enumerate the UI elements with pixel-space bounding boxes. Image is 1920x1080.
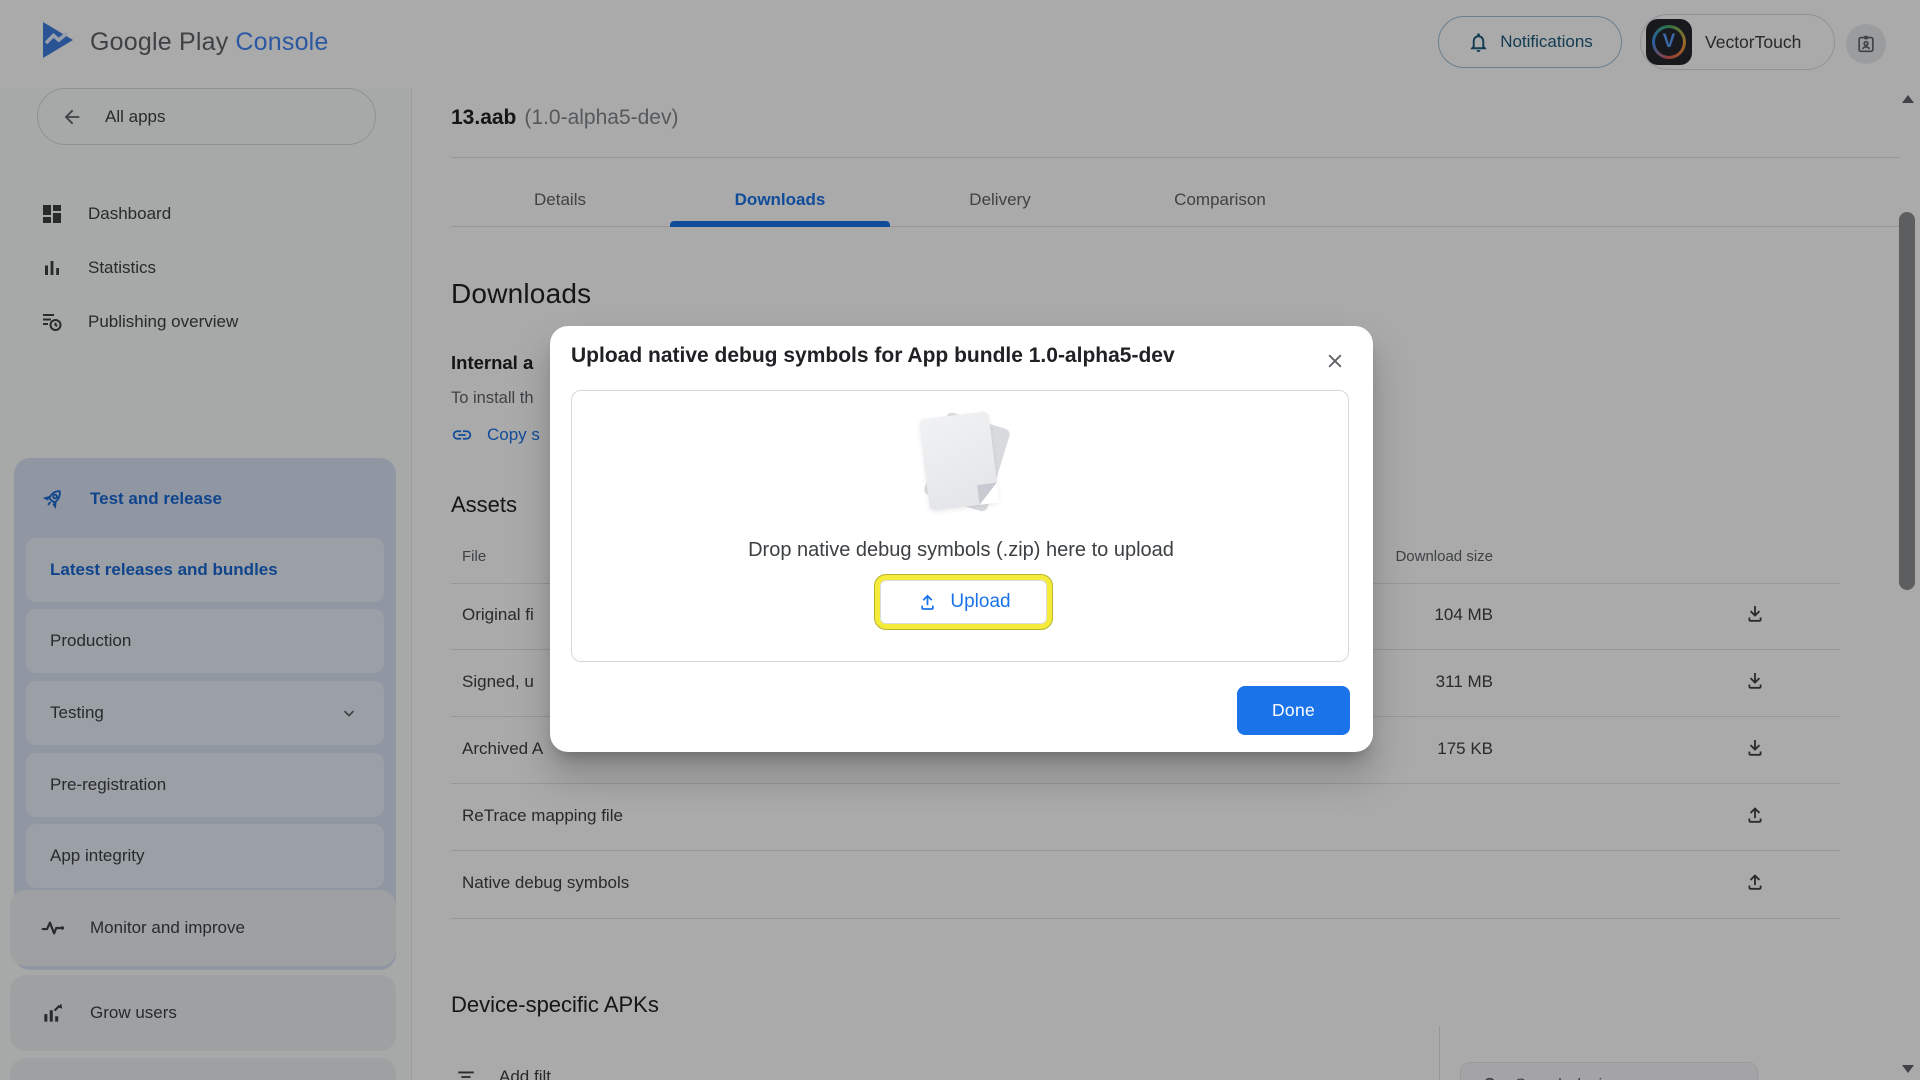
dialog-title: Upload native debug symbols for App bund… bbox=[571, 344, 1175, 368]
paper-icon bbox=[919, 411, 1000, 511]
upload-button-label: Upload bbox=[950, 591, 1010, 613]
upload-symbols-dialog: Upload native debug symbols for App bund… bbox=[550, 326, 1373, 752]
drop-zone[interactable]: Drop native debug symbols (.zip) here to… bbox=[571, 390, 1349, 662]
close-icon[interactable] bbox=[1318, 344, 1352, 378]
done-button-label: Done bbox=[1272, 700, 1315, 721]
done-button[interactable]: Done bbox=[1237, 686, 1350, 735]
upload-button-focus-ring: Upload bbox=[880, 580, 1047, 624]
upload-button[interactable]: Upload bbox=[880, 580, 1047, 624]
upload-icon bbox=[916, 591, 939, 614]
play-console-page: Google PlayConsole Notifications V Vecto… bbox=[0, 0, 1920, 1080]
drop-hint-text: Drop native debug symbols (.zip) here to… bbox=[572, 539, 1350, 562]
